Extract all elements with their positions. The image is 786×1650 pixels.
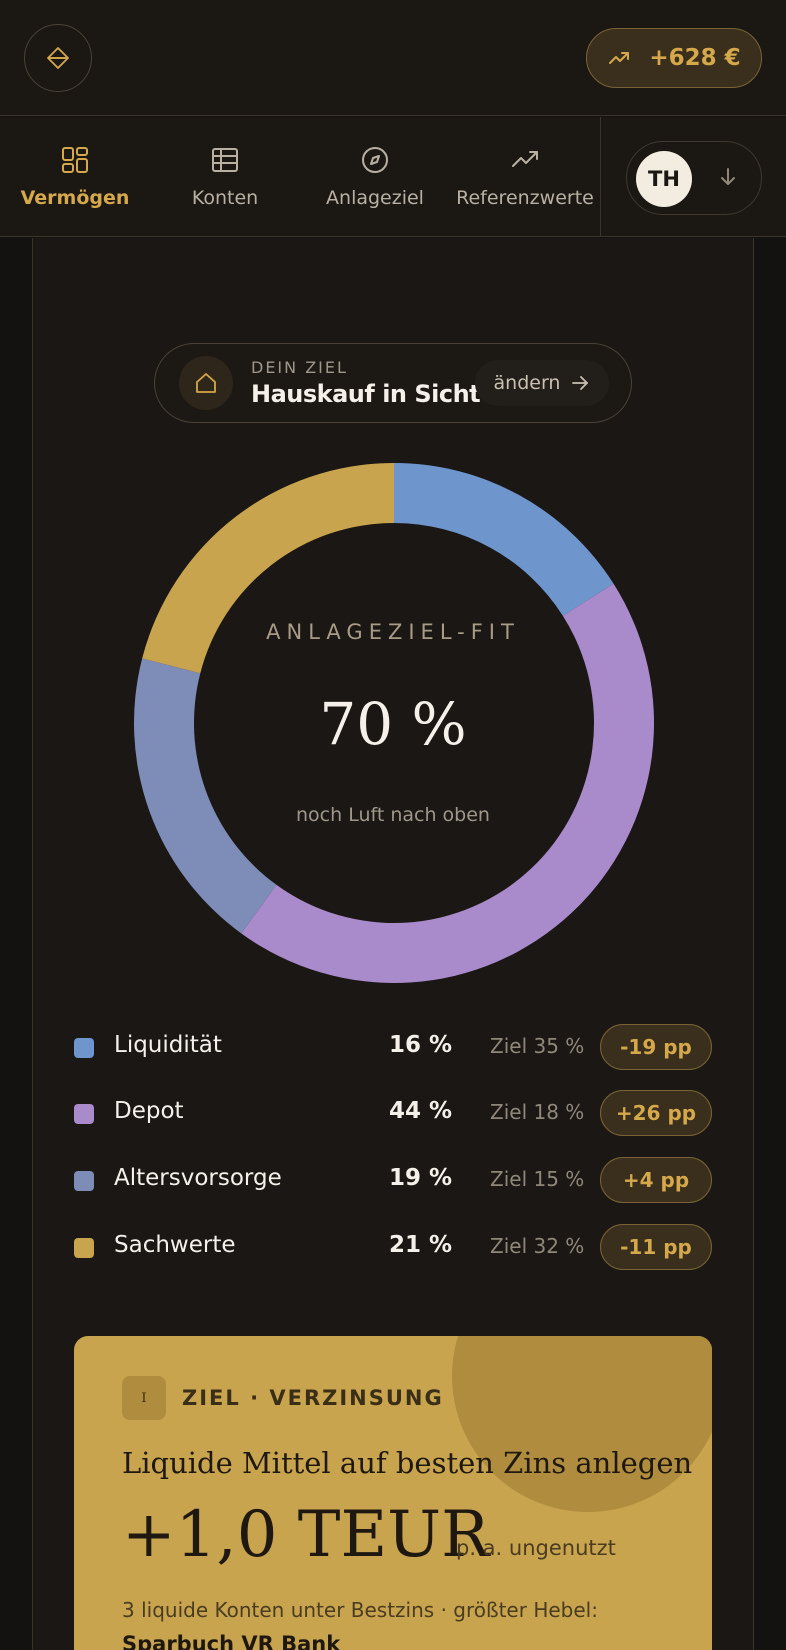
allocation-target: Ziel 32 % — [490, 1234, 585, 1258]
allocation-target: Ziel 15 % — [490, 1167, 585, 1191]
donut-value: 70 % — [319, 690, 467, 758]
allocation-target: Ziel 35 % — [490, 1034, 585, 1058]
card-account: Sparbuch VR Bank — [122, 1632, 341, 1650]
gain-value: +628 € — [649, 45, 741, 71]
legend-swatch — [74, 1104, 94, 1124]
allocation-target: Ziel 18 % — [490, 1100, 585, 1124]
tab-label: Referenzwerte — [456, 187, 594, 209]
card-decoration — [452, 1336, 712, 1512]
legend-swatch — [74, 1238, 94, 1258]
card-headline: Liquide Mittel auf besten Zins anlegen — [122, 1446, 693, 1480]
goal-title: Hauskauf in Sicht — [251, 380, 481, 408]
gain-badge[interactable]: +628 € — [586, 28, 762, 88]
allocation-percent: 21 % — [388, 1232, 452, 1258]
card-kicker: ZIEL · VERZINSUNG — [182, 1386, 444, 1410]
logo-icon — [47, 47, 69, 69]
user-menu-button[interactable]: TH — [626, 141, 762, 215]
allocation-delta-badge: +26 pp — [600, 1090, 712, 1136]
tab-vermoegen[interactable]: Vermögen — [0, 117, 150, 237]
logo-button[interactable] — [24, 24, 92, 92]
arrow-right-icon — [572, 376, 589, 390]
tab-referenzwerte[interactable]: Referenzwerte — [450, 117, 600, 237]
card-number-badge: I — [122, 1376, 166, 1420]
tab-label: Konten — [191, 187, 259, 209]
allocation-percent: 19 % — [388, 1165, 452, 1191]
allocation-name: Altersvorsorge — [114, 1165, 282, 1191]
donut-slice-liquiditt — [394, 463, 614, 616]
recommendation-card[interactable]: I ZIEL · VERZINSUNG Liquide Mittel auf b… — [74, 1336, 712, 1650]
donut-label: ANLAGEZIEL-FIT — [266, 620, 520, 644]
allocation-delta-badge: +4 pp — [600, 1157, 712, 1203]
allocation-delta-badge: -11 pp — [600, 1224, 712, 1270]
table-icon — [212, 148, 238, 172]
tab-label: Vermögen — [20, 187, 130, 209]
nav-divider — [600, 117, 601, 237]
allocation-name: Depot — [114, 1098, 184, 1124]
card-unit: p. a. ungenutzt — [456, 1536, 616, 1560]
tab-konten[interactable]: Konten — [150, 117, 300, 237]
trending-up-icon — [512, 151, 538, 167]
goal-kicker: DEIN ZIEL — [251, 358, 348, 377]
legend-swatch — [74, 1038, 94, 1058]
allocation-name: Sachwerte — [114, 1232, 236, 1258]
arrow-down-icon — [721, 168, 735, 185]
allocation-percent: 44 % — [388, 1098, 452, 1124]
allocation-name: Liquidität — [114, 1032, 222, 1058]
card-amount: +1,0 TEUR — [122, 1498, 490, 1572]
change-goal-button[interactable]: ändern — [475, 360, 609, 406]
main-nav: Vermögen Konten Anlageziel Referenzwerte… — [0, 117, 786, 237]
allocation-delta-badge: -19 pp — [600, 1024, 712, 1070]
legend-swatch — [74, 1171, 94, 1191]
top-bar: +628 € — [0, 0, 786, 116]
allocation-row-altersvorsorge: Altersvorsorge 19 % Ziel 15 % +4 pp — [72, 1157, 712, 1205]
trending-up-icon — [609, 52, 630, 64]
compass-icon — [362, 147, 388, 173]
card-description: 3 liquide Konten unter Bestzins · größte… — [122, 1598, 598, 1622]
grid-icon — [62, 147, 88, 173]
home-icon — [179, 356, 233, 410]
allocation-row-depot: Depot 44 % Ziel 18 % +26 pp — [72, 1090, 712, 1138]
allocation-row-sachwerte: Sachwerte 21 % Ziel 32 % -11 pp — [72, 1224, 712, 1272]
donut-subtitle: noch Luft nach oben — [296, 804, 490, 826]
tab-label: Anlageziel — [326, 187, 424, 209]
tab-anlageziel[interactable]: Anlageziel — [300, 117, 450, 237]
allocation-percent: 16 % — [388, 1032, 452, 1058]
avatar: TH — [636, 151, 692, 207]
change-goal-label: ändern — [493, 372, 561, 394]
goal-selector: DEIN ZIEL Hauskauf in Sicht ändern — [154, 343, 632, 423]
allocation-row-liquiditaet: Liquidität 16 % Ziel 35 % -19 pp — [72, 1024, 712, 1072]
